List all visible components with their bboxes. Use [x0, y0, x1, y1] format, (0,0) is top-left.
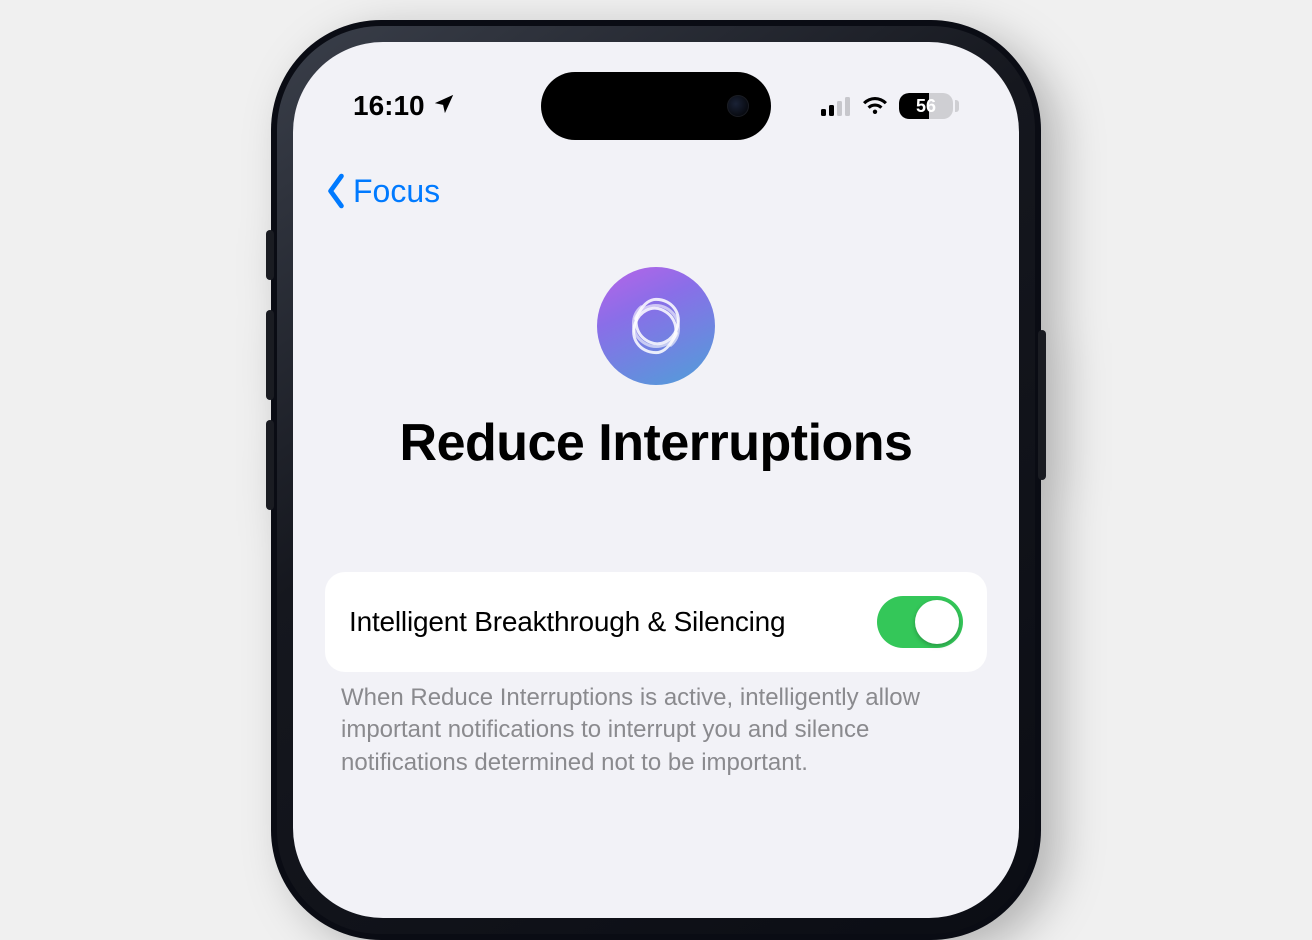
toggle-switch[interactable] [877, 596, 963, 648]
page-header: Reduce Interruptions [293, 267, 1019, 473]
toggle-knob [915, 600, 959, 644]
wifi-icon [861, 96, 889, 116]
side-button-action [266, 230, 274, 280]
setting-row-intelligent-breakthrough[interactable]: Intelligent Breakthrough & Silencing [325, 572, 987, 672]
dynamic-island [541, 72, 771, 140]
phone-mockup: 16:10 [271, 20, 1041, 731]
location-icon [433, 90, 455, 122]
reduce-interruptions-icon [597, 267, 715, 385]
page-title: Reduce Interruptions [400, 413, 913, 473]
side-button-power [1038, 330, 1046, 480]
battery-indicator: 56 [899, 93, 959, 119]
cellular-signal-icon [821, 96, 851, 116]
phone-screen: 16:10 [293, 42, 1019, 918]
back-button[interactable]: Focus [323, 172, 440, 210]
side-button-volume-up [266, 310, 274, 400]
back-button-label: Focus [353, 173, 440, 210]
setting-label: Intelligent Breakthrough & Silencing [349, 606, 785, 638]
status-left-group: 16:10 [353, 90, 455, 122]
front-camera-icon [727, 95, 749, 117]
phone-frame: 16:10 [271, 20, 1041, 940]
battery-percent-label: 56 [899, 96, 953, 117]
status-time: 16:10 [353, 90, 425, 122]
side-button-volume-down [266, 420, 274, 510]
status-right-group: 56 [821, 93, 959, 119]
